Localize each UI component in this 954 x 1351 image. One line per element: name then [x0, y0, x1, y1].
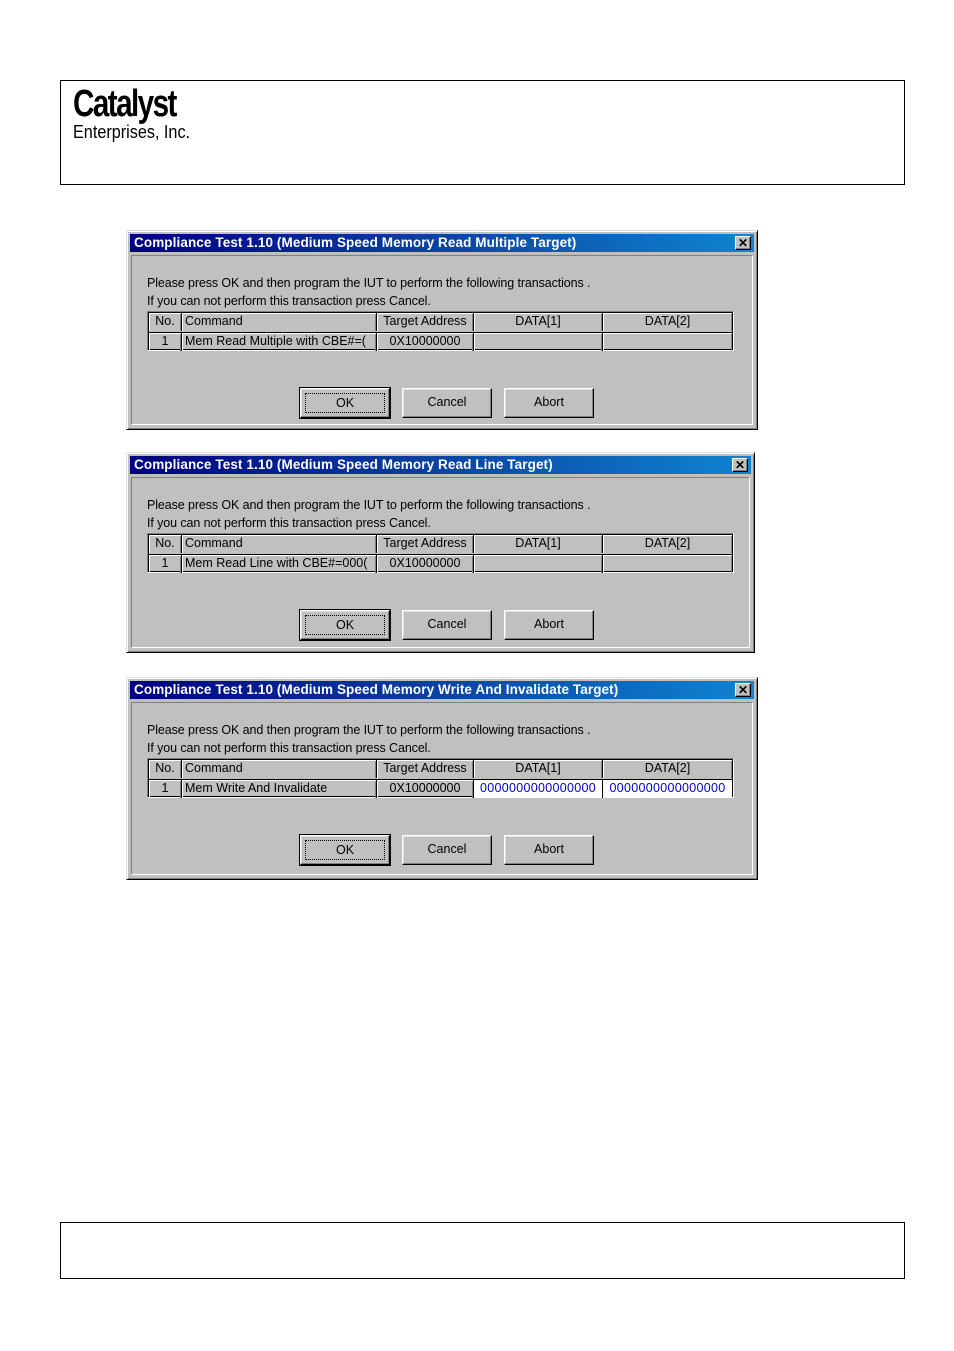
table-row[interactable]: 1 Mem Read Multiple with CBE#=( 0X100000… [149, 332, 732, 351]
transaction-table: No. Command Target Address DATA[1] DATA[… [147, 758, 734, 798]
table-header-row: No. Command Target Address DATA[1] DATA[… [149, 313, 732, 331]
cell-target-address: 0X10000000 [377, 555, 474, 573]
column-header-command[interactable]: Command [182, 535, 377, 553]
table-header-row: No. Command Target Address DATA[1] DATA[… [149, 535, 732, 553]
ok-button[interactable]: OK [299, 609, 391, 641]
column-header-command[interactable]: Command [182, 760, 377, 778]
logo-sub-text: Enterprises, Inc. [73, 122, 191, 142]
close-button[interactable]: ✕ [732, 458, 748, 472]
column-header-data1[interactable]: DATA[1] [474, 535, 603, 553]
logo-main-text: Catalyst [73, 83, 177, 125]
cell-command: Mem Write And Invalidate [182, 780, 377, 798]
dialog-read-multiple: Compliance Test 1.10 (Medium Speed Memor… [126, 230, 758, 430]
cell-data2[interactable] [603, 333, 732, 351]
company-logo: Catalyst Enterprises, Inc. [73, 85, 205, 141]
transaction-table: No. Command Target Address DATA[1] DATA[… [147, 533, 734, 573]
dialog-client-area: Please press OK and then program the IUT… [131, 702, 753, 875]
abort-button[interactable]: Abort [504, 610, 594, 640]
abort-button[interactable]: Abort [504, 835, 594, 865]
cell-data1[interactable] [474, 555, 603, 573]
column-header-no[interactable]: No. [149, 313, 182, 331]
column-header-no[interactable]: No. [149, 535, 182, 553]
dialog-title: Compliance Test 1.10 (Medium Speed Memor… [134, 235, 577, 250]
column-header-target-address[interactable]: Target Address [377, 760, 474, 778]
close-icon: ✕ [734, 458, 746, 472]
cancel-instruction-text: If you can not perform this transaction … [147, 294, 431, 308]
cell-target-address: 0X10000000 [377, 780, 474, 798]
column-header-data2[interactable]: DATA[2] [603, 535, 732, 553]
cell-no: 1 [149, 780, 182, 798]
ok-button[interactable]: OK [299, 834, 391, 866]
cancel-instruction-text: If you can not perform this transaction … [147, 741, 431, 755]
dialog-client-area: Please press OK and then program the IUT… [131, 477, 750, 648]
cancel-instruction-text: If you can not perform this transaction … [147, 516, 431, 530]
table-row[interactable]: 1 Mem Write And Invalidate 0X10000000 00… [149, 779, 732, 798]
dialog-client-area: Please press OK and then program the IUT… [131, 255, 753, 425]
column-header-data1[interactable]: DATA[1] [474, 313, 603, 331]
cell-data2[interactable] [603, 555, 732, 573]
close-icon: ✕ [737, 236, 749, 250]
dialog-titlebar[interactable]: Compliance Test 1.10 (Medium Speed Memor… [130, 234, 754, 252]
dialog-title: Compliance Test 1.10 (Medium Speed Memor… [134, 682, 619, 697]
page-header: Catalyst Enterprises, Inc. [60, 80, 905, 185]
cell-data2[interactable]: 0000000000000000 [603, 780, 732, 798]
ok-label: OK [305, 840, 385, 860]
ok-label: OK [305, 615, 385, 635]
close-button[interactable]: ✕ [735, 683, 751, 697]
ok-button[interactable]: OK [299, 387, 391, 419]
column-header-command[interactable]: Command [182, 313, 377, 331]
dialog-read-line: Compliance Test 1.10 (Medium Speed Memor… [126, 452, 755, 653]
transaction-table: No. Command Target Address DATA[1] DATA[… [147, 311, 734, 351]
ok-label: OK [305, 393, 385, 413]
cell-no: 1 [149, 555, 182, 573]
table-row[interactable]: 1 Mem Read Line with CBE#=000( 0X1000000… [149, 554, 732, 573]
cell-command: Mem Read Multiple with CBE#=( [182, 333, 377, 351]
dialog-title: Compliance Test 1.10 (Medium Speed Memor… [134, 457, 553, 472]
abort-button[interactable]: Abort [504, 388, 594, 418]
close-button[interactable]: ✕ [735, 236, 751, 250]
dialog-titlebar[interactable]: Compliance Test 1.10 (Medium Speed Memor… [130, 456, 751, 474]
cell-command: Mem Read Line with CBE#=000( [182, 555, 377, 573]
cancel-button[interactable]: Cancel [402, 835, 492, 865]
cancel-button[interactable]: Cancel [402, 388, 492, 418]
cell-no: 1 [149, 333, 182, 351]
instruction-text: Please press OK and then program the IUT… [147, 723, 591, 737]
dialog-titlebar[interactable]: Compliance Test 1.10 (Medium Speed Memor… [130, 681, 754, 699]
column-header-target-address[interactable]: Target Address [377, 313, 474, 331]
instruction-text: Please press OK and then program the IUT… [147, 498, 591, 512]
cell-data1[interactable] [474, 333, 603, 351]
column-header-target-address[interactable]: Target Address [377, 535, 474, 553]
column-header-no[interactable]: No. [149, 760, 182, 778]
page-footer [60, 1222, 905, 1279]
dialog-write-and-invalidate: Compliance Test 1.10 (Medium Speed Memor… [126, 677, 758, 880]
instruction-text: Please press OK and then program the IUT… [147, 276, 591, 290]
close-icon: ✕ [737, 683, 749, 697]
cancel-button[interactable]: Cancel [402, 610, 492, 640]
cell-target-address: 0X10000000 [377, 333, 474, 351]
table-header-row: No. Command Target Address DATA[1] DATA[… [149, 760, 732, 778]
column-header-data1[interactable]: DATA[1] [474, 760, 603, 778]
cell-data1[interactable]: 0000000000000000 [474, 780, 603, 798]
column-header-data2[interactable]: DATA[2] [603, 313, 732, 331]
column-header-data2[interactable]: DATA[2] [603, 760, 732, 778]
